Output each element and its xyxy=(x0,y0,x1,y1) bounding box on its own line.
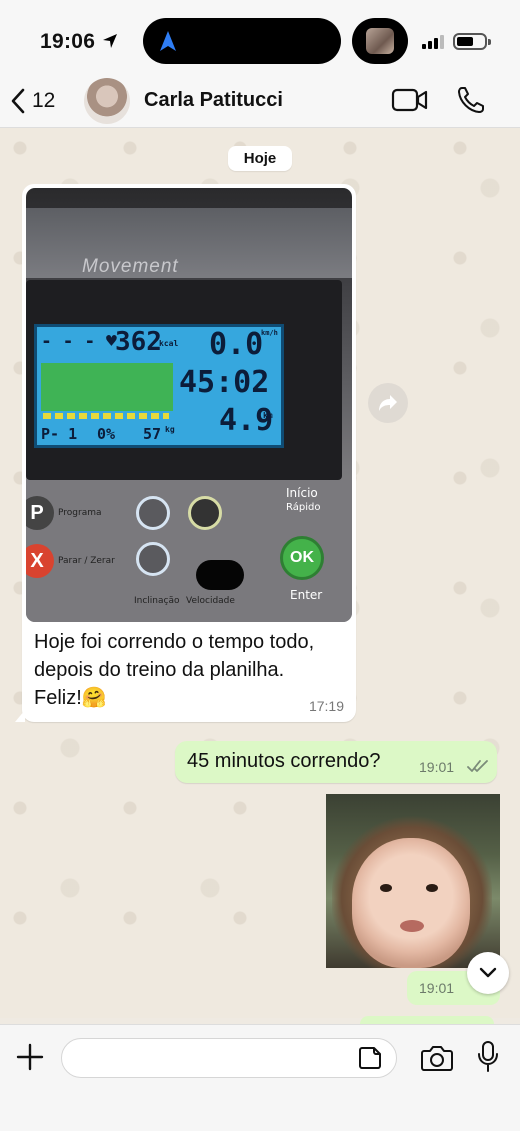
weight-readout: 57 xyxy=(143,425,162,443)
outgoing-message-time: 19:01 xyxy=(419,759,455,775)
photo-mouth xyxy=(400,920,424,932)
lcd-progress-dashes xyxy=(43,413,169,419)
treadmill-photo[interactable]: Movement - - - ♥ 362 kcal 0.0 km/h 45:02… xyxy=(26,188,352,622)
speed-readout: 0.0 xyxy=(209,327,264,362)
message-input[interactable] xyxy=(61,1038,397,1078)
stop-key-label: Parar / Zerar xyxy=(58,556,115,566)
calories-unit: kcal xyxy=(159,339,179,348)
chevron-left-icon xyxy=(11,88,25,114)
status-bar: 19:06 xyxy=(0,0,520,78)
contact-avatar[interactable] xyxy=(84,78,130,124)
back-button[interactable]: 12 xyxy=(10,86,55,116)
treadmill-console: - - - ♥ 362 kcal 0.0 km/h 45:02 4.9 km P… xyxy=(26,280,342,480)
status-time: 19:06 xyxy=(40,30,96,53)
stop-key: X xyxy=(26,544,54,578)
distance-readout: 4.9 xyxy=(219,403,274,438)
lcd-graph-area xyxy=(41,363,173,411)
cellular-signal-icon xyxy=(422,35,444,49)
date-separator: Hoje xyxy=(228,146,292,171)
incline-up-key xyxy=(136,496,170,530)
chat-header: 12 Carla Patitucci xyxy=(0,78,520,128)
scroll-to-bottom-button[interactable] xyxy=(467,952,509,994)
incoming-message-time: 17:19 xyxy=(308,698,344,714)
enter-key-label: Enter xyxy=(290,588,323,602)
contact-name[interactable]: Carla Patitucci xyxy=(144,89,283,112)
incline-readout: 0% xyxy=(97,425,116,443)
time-readout: 45:02 xyxy=(179,365,270,400)
photo-face xyxy=(352,838,470,968)
outgoing-photo[interactable] xyxy=(326,794,500,968)
battery-fill xyxy=(457,37,473,46)
sticker-icon[interactable] xyxy=(358,1046,382,1070)
outgoing-message-text: 45 minutos correndo? xyxy=(187,750,381,772)
treadmill-brand: Movement xyxy=(82,256,179,277)
incoming-message-text: Hoje foi correndo o tempo todo, depois d… xyxy=(34,631,315,709)
program-readout: P- 1 xyxy=(41,425,78,443)
battery-icon xyxy=(453,33,491,50)
navigation-arrow-icon xyxy=(160,31,176,51)
treadmill-housing xyxy=(26,208,352,278)
photo-eye-right xyxy=(426,884,438,892)
plus-icon[interactable] xyxy=(16,1043,44,1071)
live-activity-thumbnail[interactable] xyxy=(352,18,408,64)
treadmill-display: - - - ♥ 362 kcal 0.0 km/h 45:02 4.9 km P… xyxy=(34,324,284,448)
chevron-down-icon xyxy=(479,967,497,978)
incoming-message[interactable]: Movement - - - ♥ 362 kcal 0.0 km/h 45:02… xyxy=(15,184,356,722)
outgoing-photo-time: 19:01 xyxy=(419,980,455,996)
treadmill-keypad: P Programa X Parar / Zerar Inclinação Ve… xyxy=(26,480,352,622)
speed-up-key xyxy=(188,496,222,530)
camera-icon[interactable] xyxy=(420,1044,454,1072)
speed-key-label: Velocidade xyxy=(186,596,235,606)
battery-nub xyxy=(488,39,491,45)
outgoing-message[interactable]: 45 minutos correndo? 19:01 xyxy=(175,741,497,783)
weight-unit: kg xyxy=(165,425,175,434)
photo-eye-left xyxy=(380,884,392,892)
forward-arrow-icon xyxy=(379,395,397,411)
redaction-blob xyxy=(196,560,244,590)
quick-start-label: Início xyxy=(286,486,318,500)
microphone-icon[interactable] xyxy=(476,1040,500,1074)
distance-unit: km xyxy=(263,411,273,420)
message-composer xyxy=(0,1024,520,1131)
program-key: P xyxy=(26,496,54,530)
heart-rate-readout: - - - ♥ xyxy=(41,331,117,352)
forward-button[interactable] xyxy=(368,383,408,423)
ok-key: OK xyxy=(280,536,324,580)
quick-start-sublabel: Rápido xyxy=(286,502,321,513)
incline-key-label: Inclinação xyxy=(134,596,180,606)
phone-call-icon[interactable] xyxy=(456,85,486,115)
dynamic-island[interactable] xyxy=(143,18,341,64)
program-key-label: Programa xyxy=(58,508,102,518)
location-arrow-icon xyxy=(103,34,117,48)
unread-count: 12 xyxy=(32,89,56,112)
calories-readout: 362 xyxy=(115,327,162,357)
thumbnail-image xyxy=(366,28,394,54)
speed-unit: km/h xyxy=(261,329,278,337)
incline-down-key xyxy=(136,542,170,576)
read-ticks-icon xyxy=(467,760,488,772)
video-call-icon[interactable] xyxy=(391,86,429,114)
